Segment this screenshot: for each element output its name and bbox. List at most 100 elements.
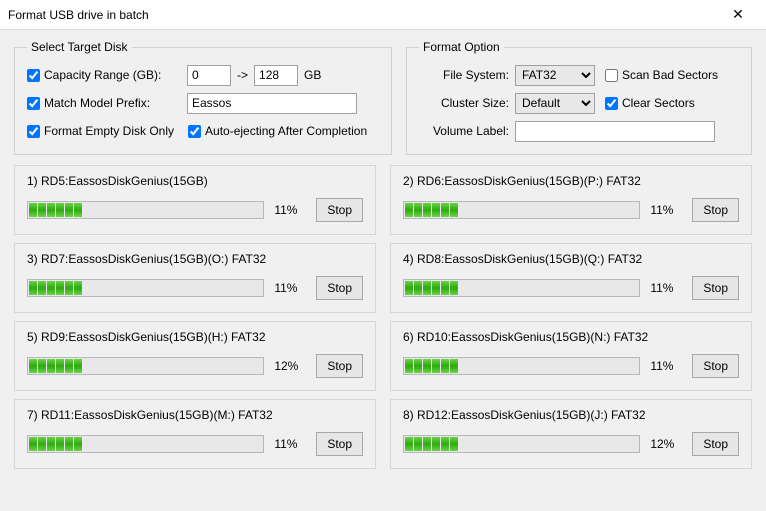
progress-segment bbox=[450, 203, 458, 217]
empty-only-checkbox-input[interactable] bbox=[27, 125, 40, 138]
progress-bar bbox=[403, 201, 640, 219]
progress-bar bbox=[403, 435, 640, 453]
stop-button[interactable]: Stop bbox=[692, 276, 739, 300]
progress-segment bbox=[414, 281, 422, 295]
progress-bar bbox=[403, 357, 640, 375]
cluster-label: Cluster Size: bbox=[419, 96, 509, 110]
empty-only-label: Format Empty Disk Only bbox=[44, 124, 174, 138]
disk-card: 6) RD10:EassosDiskGenius(15GB)(N:) FAT32… bbox=[390, 321, 752, 391]
capacity-row: Capacity Range (GB): -> GB bbox=[27, 64, 379, 86]
filesystem-select[interactable]: FAT32 bbox=[515, 65, 595, 86]
cluster-row: Cluster Size: Default Clear Sectors bbox=[419, 92, 739, 114]
disk-body: 11%Stop bbox=[27, 432, 363, 456]
progress-bar bbox=[27, 357, 264, 375]
progress-percent: 12% bbox=[274, 359, 306, 373]
scan-bad-sectors-checkbox-input[interactable] bbox=[605, 69, 618, 82]
stop-button[interactable]: Stop bbox=[692, 432, 739, 456]
model-checkbox-input[interactable] bbox=[27, 97, 40, 110]
disk-label: 7) RD11:EassosDiskGenius(15GB)(M:) FAT32 bbox=[27, 408, 363, 422]
clear-sectors-checkbox[interactable]: Clear Sectors bbox=[605, 96, 695, 110]
progress-segment bbox=[423, 359, 431, 373]
progress-segment bbox=[65, 359, 73, 373]
stop-button[interactable]: Stop bbox=[692, 198, 739, 222]
progress-percent: 11% bbox=[274, 281, 306, 295]
capacity-label: Capacity Range (GB): bbox=[44, 68, 161, 82]
empty-only-checkbox[interactable]: Format Empty Disk Only bbox=[27, 124, 174, 138]
clear-sectors-checkbox-input[interactable] bbox=[605, 97, 618, 110]
progress-segment bbox=[414, 203, 422, 217]
disk-card: 4) RD8:EassosDiskGenius(15GB)(Q:) FAT321… bbox=[390, 243, 752, 313]
progress-segment bbox=[56, 203, 64, 217]
progress-bar bbox=[27, 201, 264, 219]
disk-label: 5) RD9:EassosDiskGenius(15GB)(H:) FAT32 bbox=[27, 330, 363, 344]
progress-segment bbox=[65, 203, 73, 217]
progress-segment bbox=[65, 437, 73, 451]
progress-segment bbox=[56, 359, 64, 373]
model-checkbox[interactable]: Match Model Prefix: bbox=[27, 96, 167, 110]
disk-card: 1) RD5:EassosDiskGenius(15GB)11%Stop bbox=[14, 165, 376, 235]
progress-segment bbox=[56, 281, 64, 295]
auto-eject-checkbox-input[interactable] bbox=[188, 125, 201, 138]
progress-segment bbox=[432, 203, 440, 217]
disk-card: 3) RD7:EassosDiskGenius(15GB)(O:) FAT32 1… bbox=[14, 243, 376, 313]
content-area: Select Target Disk Capacity Range (GB): … bbox=[0, 30, 766, 511]
cluster-select[interactable]: Default bbox=[515, 93, 595, 114]
stop-button[interactable]: Stop bbox=[316, 432, 363, 456]
disk-body: 11%Stop bbox=[403, 354, 739, 378]
progress-segment bbox=[47, 359, 55, 373]
progress-segment bbox=[38, 437, 46, 451]
volume-label: Volume Label: bbox=[419, 124, 509, 138]
scan-bad-sectors-label: Scan Bad Sectors bbox=[622, 68, 718, 82]
progress-segment bbox=[29, 281, 37, 295]
capacity-min-input[interactable] bbox=[187, 65, 231, 86]
progress-segment bbox=[405, 437, 413, 451]
stop-button[interactable]: Stop bbox=[316, 354, 363, 378]
capacity-max-input[interactable] bbox=[254, 65, 298, 86]
progress-segment bbox=[423, 203, 431, 217]
auto-eject-label: Auto-ejecting After Completion bbox=[205, 124, 367, 138]
progress-percent: 11% bbox=[274, 203, 306, 217]
model-prefix-input[interactable] bbox=[187, 93, 357, 114]
filesystem-row: File System: FAT32 Scan Bad Sectors bbox=[419, 64, 739, 86]
disk-card: 7) RD11:EassosDiskGenius(15GB)(M:) FAT32… bbox=[14, 399, 376, 469]
window-title: Format USB drive in batch bbox=[8, 8, 718, 22]
progress-segment bbox=[29, 203, 37, 217]
progress-segment bbox=[56, 437, 64, 451]
progress-segment bbox=[74, 437, 82, 451]
progress-segment bbox=[74, 203, 82, 217]
filesystem-label: File System: bbox=[419, 68, 509, 82]
clear-sectors-label: Clear Sectors bbox=[622, 96, 695, 110]
capacity-checkbox-input[interactable] bbox=[27, 69, 40, 82]
disk-body: 12% Stop bbox=[27, 354, 363, 378]
capacity-checkbox[interactable]: Capacity Range (GB): bbox=[27, 68, 167, 82]
stop-button[interactable]: Stop bbox=[316, 276, 363, 300]
stop-button[interactable]: Stop bbox=[316, 198, 363, 222]
progress-bar bbox=[27, 435, 264, 453]
progress-percent: 11% bbox=[650, 203, 682, 217]
disk-label: 3) RD7:EassosDiskGenius(15GB)(O:) FAT32 bbox=[27, 252, 363, 266]
progress-segment bbox=[65, 281, 73, 295]
disk-label: 6) RD10:EassosDiskGenius(15GB)(N:) FAT32 bbox=[403, 330, 739, 344]
progress-segment bbox=[74, 359, 82, 373]
progress-segment bbox=[29, 437, 37, 451]
format-option-group: Format Option File System: FAT32 Scan Ba… bbox=[406, 40, 752, 155]
model-row: Match Model Prefix: bbox=[27, 92, 379, 114]
progress-percent: 12% bbox=[650, 437, 682, 451]
close-icon[interactable]: ✕ bbox=[718, 1, 758, 29]
target-legend: Select Target Disk bbox=[27, 40, 132, 54]
capacity-unit: GB bbox=[304, 68, 321, 82]
volume-label-input[interactable] bbox=[515, 121, 715, 142]
progress-segment bbox=[432, 359, 440, 373]
progress-segment bbox=[423, 437, 431, 451]
stop-button[interactable]: Stop bbox=[692, 354, 739, 378]
scan-bad-sectors-checkbox[interactable]: Scan Bad Sectors bbox=[605, 68, 718, 82]
progress-segment bbox=[441, 359, 449, 373]
model-label: Match Model Prefix: bbox=[44, 96, 150, 110]
target-disk-group: Select Target Disk Capacity Range (GB): … bbox=[14, 40, 392, 155]
auto-eject-checkbox[interactable]: Auto-ejecting After Completion bbox=[188, 124, 367, 138]
progress-segment bbox=[38, 281, 46, 295]
progress-bar bbox=[403, 279, 640, 297]
disk-body: 11%Stop bbox=[403, 276, 739, 300]
disk-card: 8) RD12:EassosDiskGenius(15GB)(J:) FAT32… bbox=[390, 399, 752, 469]
format-legend: Format Option bbox=[419, 40, 504, 54]
